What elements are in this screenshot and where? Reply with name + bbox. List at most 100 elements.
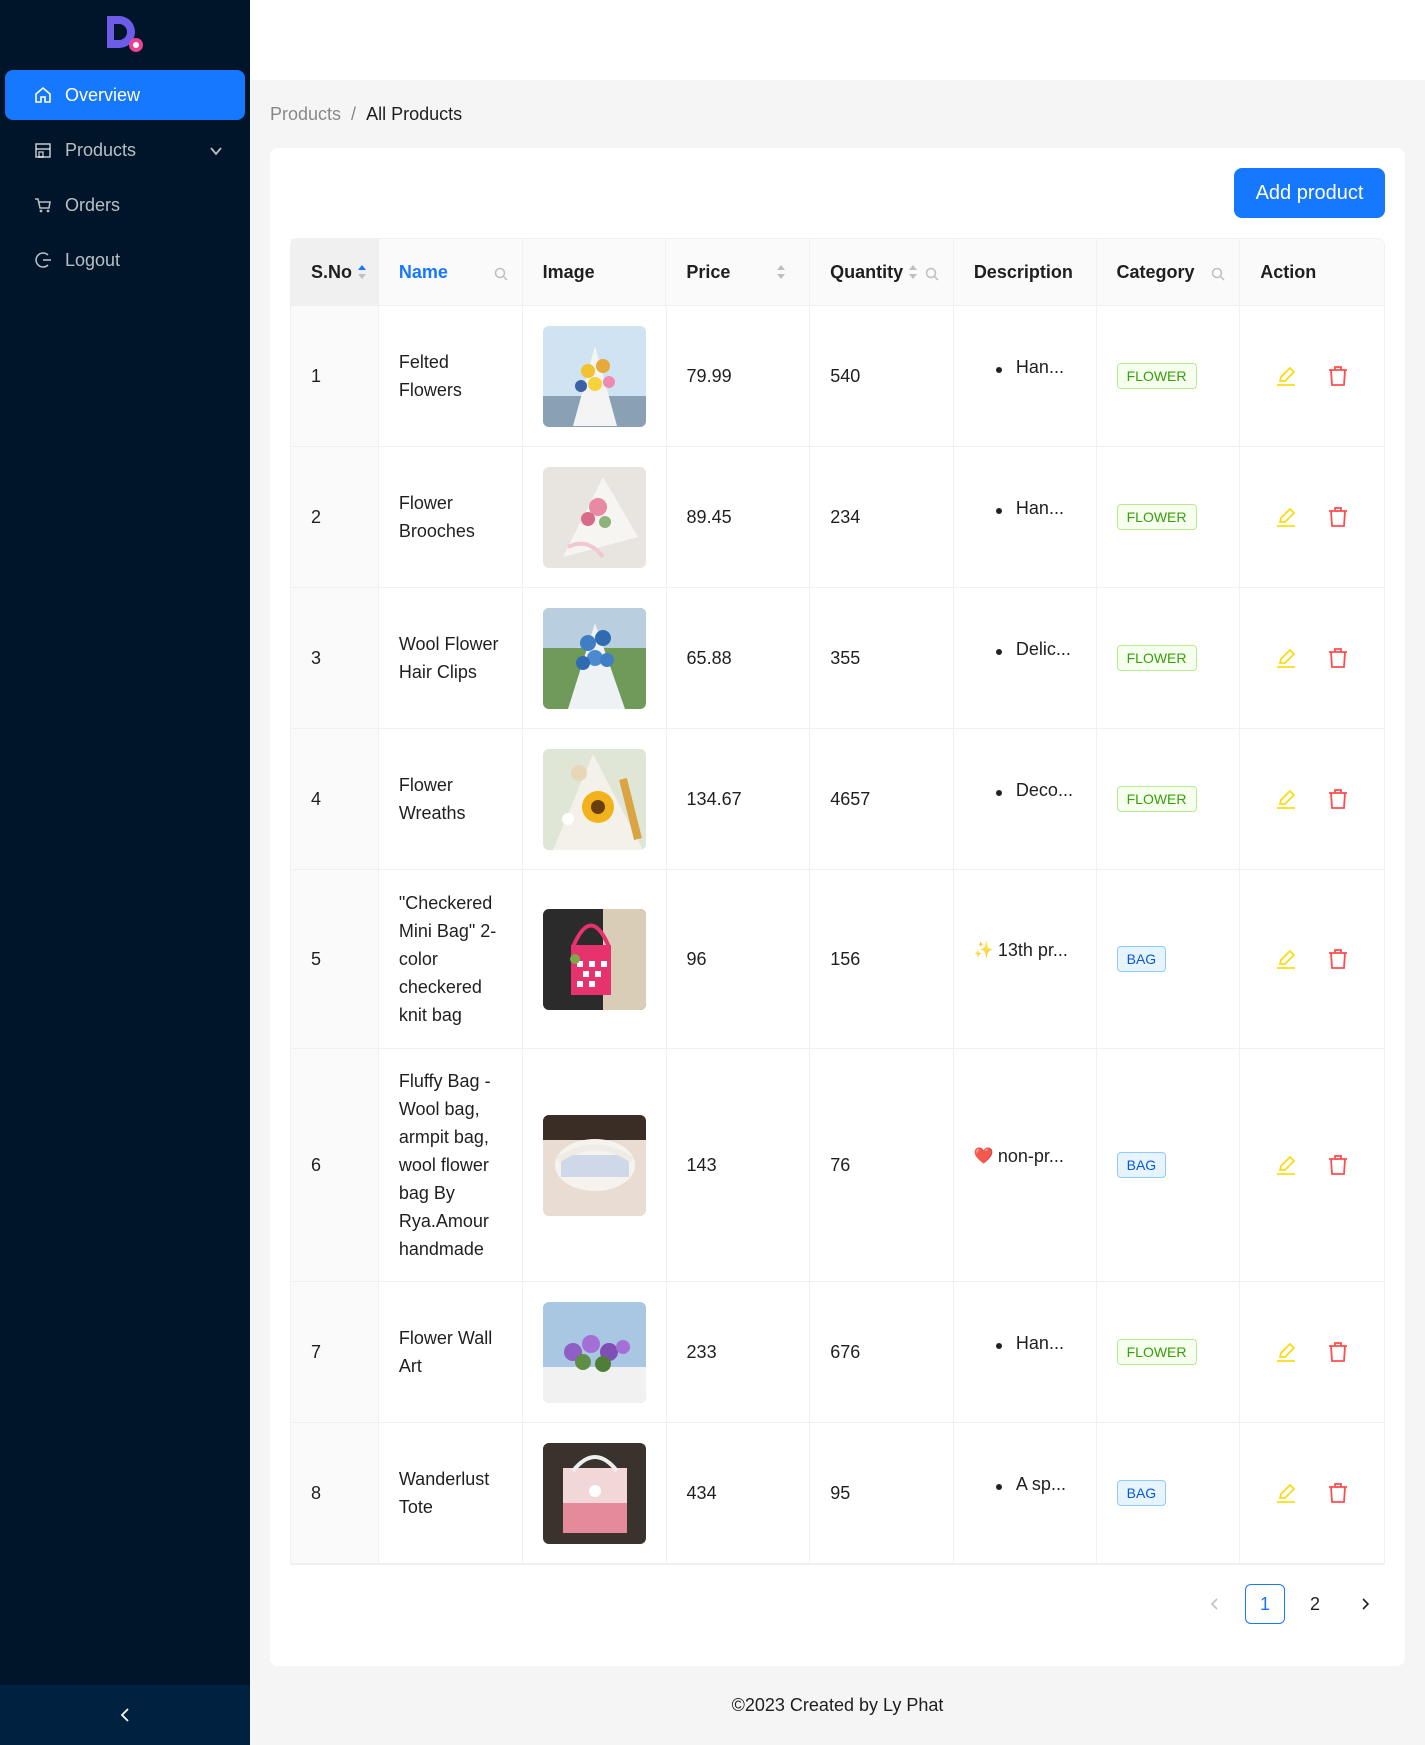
search-icon[interactable] bbox=[1211, 265, 1225, 281]
sort-icon[interactable] bbox=[775, 263, 787, 281]
edit-icon[interactable] bbox=[1274, 1153, 1298, 1177]
delete-icon[interactable] bbox=[1326, 364, 1350, 388]
sort-icon[interactable] bbox=[907, 263, 919, 281]
pagination: 1 2 bbox=[1195, 1584, 1385, 1624]
product-thumbnail[interactable] bbox=[542, 607, 646, 709]
cell-sno: 5 bbox=[291, 870, 379, 1048]
sidebar-item-overview[interactable]: Overview bbox=[5, 70, 245, 120]
cell-description: A sp... bbox=[954, 1423, 1097, 1563]
cell-sno: 6 bbox=[291, 1049, 379, 1281]
product-thumbnail[interactable] bbox=[542, 1301, 646, 1403]
description-preview: Han... bbox=[974, 498, 1076, 519]
edit-icon[interactable] bbox=[1274, 1340, 1298, 1364]
add-product-button[interactable]: Add product bbox=[1234, 168, 1385, 218]
page-button-1[interactable]: 1 bbox=[1245, 1584, 1285, 1624]
cell-category: BAG bbox=[1097, 870, 1241, 1048]
product-thumbnail[interactable] bbox=[542, 466, 646, 568]
breadcrumb-separator: / bbox=[351, 104, 357, 124]
cell-quantity: 540 bbox=[810, 306, 954, 446]
cell-description: Han... bbox=[954, 1282, 1097, 1422]
cell-action bbox=[1240, 1423, 1384, 1563]
cell-price: 434 bbox=[667, 1423, 811, 1563]
cell-sno: 8 bbox=[291, 1423, 379, 1563]
sort-icon[interactable] bbox=[356, 263, 368, 281]
delete-icon[interactable] bbox=[1326, 787, 1350, 811]
cell-quantity: 234 bbox=[810, 447, 954, 587]
cell-category: BAG bbox=[1097, 1423, 1241, 1563]
table-row: 3 Wool Flower Hair Clips 65.88 355 Delic... F… bbox=[291, 588, 1384, 729]
prev-page-button[interactable] bbox=[1195, 1584, 1235, 1624]
product-thumbnail[interactable] bbox=[542, 325, 646, 427]
cell-image bbox=[523, 588, 667, 728]
top-header bbox=[250, 0, 1425, 80]
category-tag: FLOWER bbox=[1116, 363, 1197, 389]
product-thumbnail[interactable] bbox=[542, 1442, 646, 1544]
cell-price: 79.99 bbox=[667, 306, 811, 446]
chevron-left-icon bbox=[120, 1708, 129, 1722]
delete-icon[interactable] bbox=[1326, 947, 1350, 971]
cell-name: Felted Flowers bbox=[379, 306, 523, 446]
cell-image bbox=[523, 1282, 667, 1422]
product-thumbnail[interactable] bbox=[542, 748, 646, 850]
delete-icon[interactable] bbox=[1326, 1340, 1350, 1364]
category-tag: FLOWER bbox=[1116, 786, 1197, 812]
cell-name: Wool Flower Hair Clips bbox=[379, 588, 523, 728]
cell-quantity: 676 bbox=[810, 1282, 954, 1422]
bullet-icon bbox=[995, 507, 1002, 514]
table-row: 5 "Checkered Mini Bag" 2-color checkered … bbox=[291, 870, 1384, 1049]
breadcrumb: Products / All Products bbox=[270, 104, 462, 125]
table-row: 2 Flower Brooches 89.45 234 Han... FLOWER bbox=[291, 447, 1384, 588]
search-icon[interactable] bbox=[494, 265, 508, 281]
cell-image bbox=[523, 1049, 667, 1281]
chevron-right-icon bbox=[1362, 1598, 1370, 1610]
column-header-name[interactable]: Name bbox=[379, 239, 523, 305]
page-button-2[interactable]: 2 bbox=[1295, 1584, 1335, 1624]
sidebar: Overview Products Orders Logout bbox=[0, 0, 250, 1745]
delete-icon[interactable] bbox=[1326, 646, 1350, 670]
edit-icon[interactable] bbox=[1274, 646, 1298, 670]
cell-category: FLOWER bbox=[1097, 447, 1241, 587]
next-page-button[interactable] bbox=[1345, 1584, 1385, 1624]
bullet-icon bbox=[995, 366, 1002, 373]
cell-name: Flower Wreaths bbox=[379, 729, 523, 869]
column-header-sno[interactable]: S.No bbox=[291, 239, 379, 305]
sidebar-item-logout[interactable]: Logout bbox=[5, 235, 245, 285]
edit-icon[interactable] bbox=[1274, 364, 1298, 388]
edit-icon[interactable] bbox=[1274, 505, 1298, 529]
sidebar-item-label: Overview bbox=[65, 84, 141, 105]
cell-price: 134.67 bbox=[667, 729, 811, 869]
chevron-left-icon bbox=[1210, 1598, 1218, 1610]
edit-icon[interactable] bbox=[1274, 947, 1298, 971]
breadcrumb-parent[interactable]: Products bbox=[270, 104, 341, 125]
sidebar-item-products[interactable]: Products bbox=[5, 125, 245, 175]
sidebar-item-orders[interactable]: Orders bbox=[5, 180, 245, 230]
description-preview: Deco... bbox=[974, 780, 1076, 801]
delete-icon[interactable] bbox=[1326, 505, 1350, 529]
cell-sno: 2 bbox=[291, 447, 379, 587]
column-header-image: Image bbox=[523, 239, 667, 305]
cell-action bbox=[1240, 870, 1384, 1048]
product-thumbnail[interactable] bbox=[542, 908, 646, 1010]
edit-icon[interactable] bbox=[1274, 1481, 1298, 1505]
cell-sno: 4 bbox=[291, 729, 379, 869]
category-tag: BAG bbox=[1116, 1480, 1167, 1506]
product-thumbnail[interactable] bbox=[542, 1114, 646, 1216]
sidebar-collapse-button[interactable] bbox=[0, 1685, 250, 1745]
app-logo[interactable] bbox=[103, 12, 147, 56]
cell-description: ✨ 13th pr... bbox=[954, 870, 1097, 1048]
search-icon[interactable] bbox=[925, 265, 939, 281]
cell-quantity: 4657 bbox=[810, 729, 954, 869]
column-header-price[interactable]: Price bbox=[666, 239, 811, 305]
column-header-category[interactable]: Category bbox=[1097, 239, 1241, 305]
cell-image bbox=[523, 1423, 667, 1563]
delete-icon[interactable] bbox=[1326, 1481, 1350, 1505]
category-tag: BAG bbox=[1116, 1152, 1167, 1178]
cell-action bbox=[1240, 306, 1384, 446]
edit-icon[interactable] bbox=[1274, 787, 1298, 811]
delete-icon[interactable] bbox=[1326, 1153, 1350, 1177]
cell-description: Han... bbox=[954, 447, 1097, 587]
description-preview: Han... bbox=[974, 1333, 1076, 1354]
column-header-quantity[interactable]: Quantity bbox=[810, 239, 954, 305]
cell-image bbox=[523, 306, 667, 446]
table-row: 6 Fluffy Bag - Wool bag, armpit bag, wool… bbox=[291, 1049, 1384, 1282]
